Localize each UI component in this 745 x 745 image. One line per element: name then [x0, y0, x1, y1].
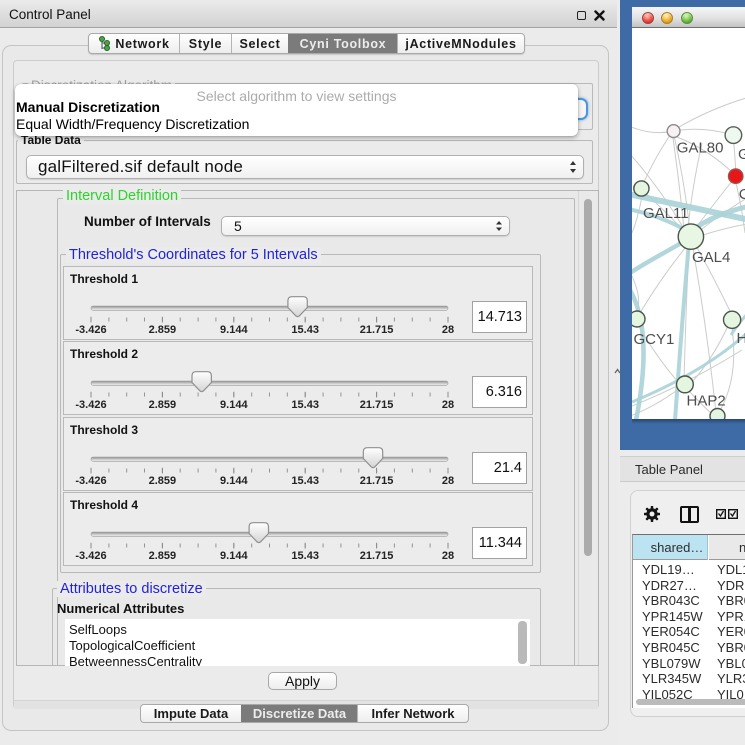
svg-text:GAL4: GAL4 — [692, 249, 730, 266]
svg-text:GA: GA — [738, 146, 745, 163]
svg-text:H: H — [737, 330, 745, 347]
svg-text:C: C — [739, 186, 745, 203]
svg-text:HAP2: HAP2 — [687, 393, 726, 410]
svg-text:GAL11: GAL11 — [643, 205, 689, 222]
svg-text:GCY1: GCY1 — [634, 331, 675, 348]
svg-text:GAL80: GAL80 — [677, 140, 724, 157]
